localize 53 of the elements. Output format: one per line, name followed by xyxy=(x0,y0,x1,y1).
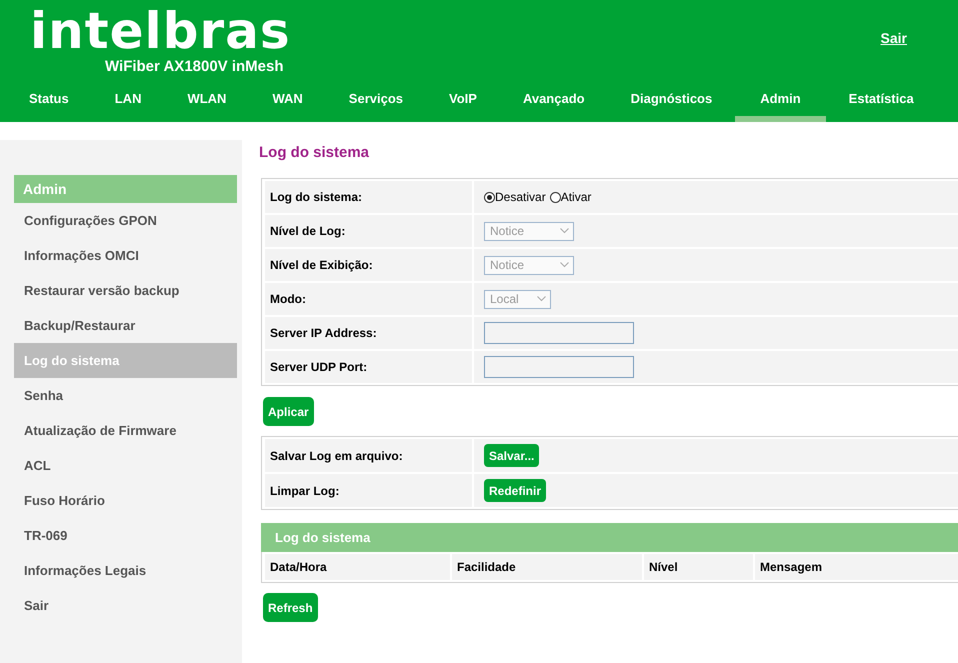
sidebar-item[interactable]: Configurações GPON xyxy=(14,203,237,238)
sidebar-item[interactable]: Informações OMCI xyxy=(14,238,237,273)
column-header: Data/Hora xyxy=(265,554,450,580)
refresh-button[interactable]: Refresh xyxy=(263,593,318,622)
sidebar-item[interactable]: Backup/Restaurar xyxy=(14,308,237,343)
input-field[interactable] xyxy=(484,356,634,378)
sidebar-item[interactable]: Senha xyxy=(14,378,237,413)
column-header: Mensagem xyxy=(755,554,958,580)
field-label: Server UDP Port: xyxy=(265,351,472,383)
field-label: Modo: xyxy=(265,283,472,315)
column-header: Nível xyxy=(644,554,753,580)
input-field[interactable] xyxy=(484,322,634,344)
radio-button[interactable] xyxy=(550,192,561,202)
action-button[interactable]: Salvar... xyxy=(484,444,540,467)
sidebar-item[interactable]: Informações Legais xyxy=(14,553,237,588)
logout-link[interactable]: Sair xyxy=(880,30,907,48)
apply-button[interactable]: Aplicar xyxy=(263,397,314,426)
field-label: Nível de Exibição: xyxy=(265,249,472,281)
sidebar-item[interactable]: ACL xyxy=(14,448,237,483)
nav-tab[interactable]: Estatística xyxy=(826,80,937,122)
nav-tab[interactable]: WLAN xyxy=(164,80,250,122)
nav-tab[interactable]: Diagnósticos xyxy=(608,80,736,122)
sidebar-item[interactable]: Restaurar versão backup xyxy=(14,273,237,308)
chevron-icon xyxy=(560,262,569,268)
sidebar-item[interactable]: Fuso Horário xyxy=(14,483,237,518)
column-header: Facilidade xyxy=(452,554,642,580)
nav-tab[interactable]: Status xyxy=(6,80,92,122)
sidebar-item[interactable]: Atualização de Firmware xyxy=(14,413,237,448)
section-header: Log do sistema xyxy=(261,523,958,552)
nav-tab[interactable]: Serviços xyxy=(326,80,426,122)
field-label: Nível de Log: xyxy=(265,215,472,247)
action-button[interactable]: Redefinir xyxy=(484,479,546,502)
radio-label: Desativar xyxy=(495,190,546,204)
radio-button[interactable] xyxy=(484,192,495,202)
radio-label: Ativar xyxy=(560,190,592,204)
nav-tab[interactable]: VoIP xyxy=(426,80,500,122)
nav-tab[interactable]: LAN xyxy=(92,80,164,122)
nav-tab[interactable]: WAN xyxy=(249,80,326,122)
model-name: WiFiber AX1800V inMesh xyxy=(105,58,284,75)
field-label: Salvar Log em arquivo: xyxy=(265,439,472,472)
chevron-icon xyxy=(560,228,569,234)
sidebar-item[interactable]: Log do sistema xyxy=(14,343,237,378)
page-title: Log do sistema xyxy=(259,144,370,163)
sidebar-item[interactable]: TR-069 xyxy=(14,518,237,553)
field-label: Limpar Log: xyxy=(265,474,472,507)
sidebar-item[interactable]: Sair xyxy=(14,588,237,623)
chevron-icon xyxy=(537,296,546,302)
field-label: Log do sistema: xyxy=(265,181,472,213)
field-label: Server IP Address: xyxy=(265,317,472,349)
sidebar-title: Admin xyxy=(14,175,237,203)
nav-tab[interactable]: Admin xyxy=(735,80,826,122)
nav-tab[interactable]: Avançado xyxy=(500,80,608,122)
brand-logo: intelbras xyxy=(30,2,291,60)
